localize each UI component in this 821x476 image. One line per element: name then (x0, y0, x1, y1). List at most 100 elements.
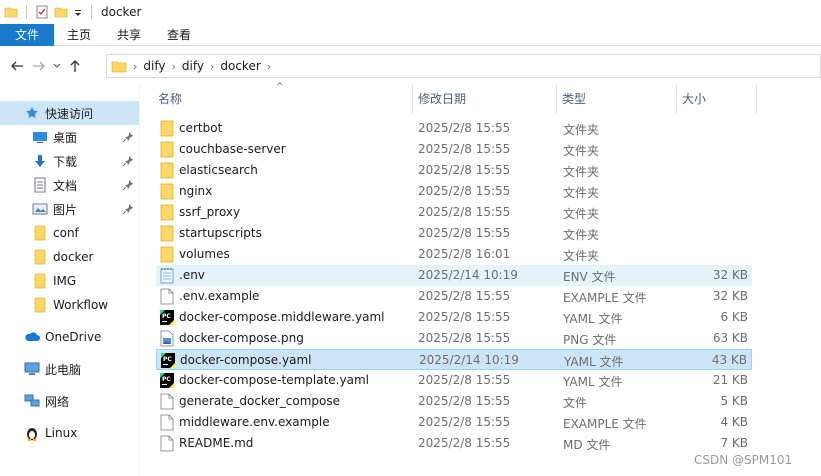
table-row[interactable]: ssrf_proxy 2025/2/8 15:55 文件夹 (156, 202, 752, 223)
navigation-pane: 快速访问 桌面 下载 文档 图片 conf docker IMG Workflo… (0, 84, 140, 476)
recent-locations-button[interactable] (50, 54, 64, 78)
table-row[interactable]: certbot 2025/2/8 15:55 文件夹 (156, 118, 752, 139)
address-bar[interactable]: › dify › dify › docker › (106, 54, 821, 78)
file-date: 2025/2/8 15:55 (418, 436, 511, 450)
column-header-size[interactable]: 大小 (678, 84, 754, 114)
breadcrumb-item[interactable]: docker (220, 59, 260, 73)
folder-icon (32, 225, 48, 241)
file-date: 2025/2/8 15:55 (418, 121, 511, 135)
file-type: 文件夹 (563, 165, 600, 179)
sidebar-item-label: docker (53, 250, 94, 264)
table-row[interactable]: couchbase-server 2025/2/8 15:55 文件夹 (156, 139, 752, 160)
title-bar: docker (0, 0, 821, 24)
table-row[interactable]: .env.example 2025/2/8 15:55 EXAMPLE 文件 3… (156, 286, 752, 307)
properties-icon[interactable] (35, 5, 49, 19)
file-type: MD 文件 (563, 438, 611, 452)
table-row[interactable]: docker-compose.png 2025/2/8 15:55 PNG 文件… (156, 328, 752, 349)
folder-icon (160, 225, 174, 242)
back-button[interactable] (6, 54, 28, 78)
sidebar-item-linux[interactable]: Linux (0, 421, 139, 445)
table-row[interactable]: .env 2025/2/14 10:19 ENV 文件 32 KB (156, 265, 752, 286)
sidebar-item-label: Linux (45, 426, 78, 440)
file-date: 2025/2/14 10:19 (419, 353, 519, 367)
pin-icon[interactable] (122, 131, 134, 143)
tab-share[interactable]: 共享 (104, 24, 154, 46)
file-date: 2025/2/8 15:55 (418, 184, 511, 198)
penguin-icon (24, 425, 40, 441)
sidebar-item-label: conf (53, 226, 79, 240)
column-headers: ^ 名称 修改日期 类型 大小 (148, 82, 821, 114)
breadcrumb-separator[interactable]: › (267, 60, 271, 73)
file-size: 5 KB (720, 394, 748, 408)
file-type: 文件夹 (563, 207, 600, 221)
chevron-down-icon (53, 63, 61, 68)
file-size: 43 KB (711, 353, 747, 367)
forward-button[interactable] (28, 54, 50, 78)
sidebar-item-docker[interactable]: docker (0, 245, 139, 269)
chevron-down-icon[interactable] (73, 5, 83, 19)
sidebar-item-documents[interactable]: 文档 (0, 173, 139, 197)
sidebar-item-label: 文档 (53, 178, 78, 193)
column-divider[interactable] (756, 84, 757, 114)
sidebar-item-desktop[interactable]: 桌面 (0, 125, 139, 149)
tab-view[interactable]: 查看 (154, 24, 204, 46)
sidebar-item-onedrive[interactable]: OneDrive (0, 325, 139, 349)
sidebar-item-label: 此电脑 (45, 362, 82, 377)
column-divider[interactable] (556, 84, 557, 114)
file-date: 2025/2/8 15:55 (418, 331, 511, 345)
sidebar-item-conf[interactable]: conf (0, 221, 139, 245)
table-row[interactable]: PC docker-compose.middleware.yaml 2025/2… (156, 307, 752, 328)
column-divider[interactable] (676, 84, 677, 114)
arrow-right-icon (33, 61, 45, 71)
file-type: YAML 文件 (563, 312, 623, 326)
tab-home[interactable]: 主页 (54, 24, 104, 46)
table-row[interactable]: elasticsearch 2025/2/8 15:55 文件夹 (156, 160, 752, 181)
file-size: 4 KB (720, 415, 748, 429)
sidebar-item-downloads[interactable]: 下载 (0, 149, 139, 173)
file-type: 文件夹 (563, 249, 600, 263)
sidebar-item-quick-access[interactable]: 快速访问 (0, 101, 139, 125)
file-size: 32 KB (712, 289, 748, 303)
column-divider[interactable] (412, 84, 413, 114)
breadcrumb-separator[interactable]: › (171, 60, 175, 73)
new-folder-icon[interactable] (54, 5, 68, 19)
sidebar-item-img[interactable]: IMG (0, 269, 139, 293)
pin-icon[interactable] (122, 179, 134, 191)
file-name: docker-compose.png (179, 331, 304, 345)
notepad-icon (160, 268, 174, 284)
table-row-selected[interactable]: PC docker-compose.yaml 2025/2/14 10:19 Y… (156, 349, 752, 370)
table-row[interactable]: PC docker-compose-template.yaml 2025/2/8… (156, 370, 752, 391)
file-date: 2025/2/8 15:55 (418, 205, 511, 219)
sidebar-item-pictures[interactable]: 图片 (0, 197, 139, 221)
tab-file[interactable]: 文件 (0, 23, 55, 46)
breadcrumb-item[interactable]: dify (182, 59, 204, 73)
breadcrumb-separator[interactable]: › (133, 60, 137, 73)
table-row[interactable]: README.md 2025/2/8 15:55 MD 文件 7 KB (156, 433, 752, 454)
column-header-type[interactable]: 类型 (558, 84, 674, 114)
folder-icon[interactable] (4, 5, 18, 19)
file-name: ssrf_proxy (179, 205, 241, 219)
file-date: 2025/2/8 15:55 (418, 142, 511, 156)
breadcrumb-item[interactable]: dify (143, 59, 165, 73)
file-type: YAML 文件 (564, 355, 624, 369)
sidebar-item-this-pc[interactable]: 此电脑 (0, 357, 139, 381)
pin-icon[interactable] (122, 203, 134, 215)
sidebar-item-network[interactable]: 网络 (0, 389, 139, 413)
file-date: 2025/2/8 15:55 (418, 394, 511, 408)
file-name: elasticsearch (179, 163, 258, 177)
column-header-date[interactable]: 修改日期 (414, 84, 554, 114)
table-row[interactable]: middleware.env.example 2025/2/8 15:55 EX… (156, 412, 752, 433)
column-header-name[interactable]: 名称 (154, 84, 412, 114)
breadcrumb-separator[interactable]: › (210, 60, 214, 73)
table-row[interactable]: generate_docker_compose 2025/2/8 15:55 文… (156, 391, 752, 412)
table-row[interactable]: nginx 2025/2/8 15:55 文件夹 (156, 181, 752, 202)
file-date: 2025/2/8 15:55 (418, 289, 511, 303)
file-type: EXAMPLE 文件 (563, 417, 647, 431)
sidebar-item-workflow[interactable]: Workflow (0, 293, 139, 317)
table-row[interactable]: volumes 2025/2/8 16:01 文件夹 (156, 244, 752, 265)
table-row[interactable]: startupscripts 2025/2/8 15:55 文件夹 (156, 223, 752, 244)
sidebar-item-label: 图片 (53, 202, 78, 217)
pin-icon[interactable] (122, 155, 134, 167)
file-type: PNG 文件 (563, 333, 617, 347)
up-button[interactable] (64, 54, 86, 78)
